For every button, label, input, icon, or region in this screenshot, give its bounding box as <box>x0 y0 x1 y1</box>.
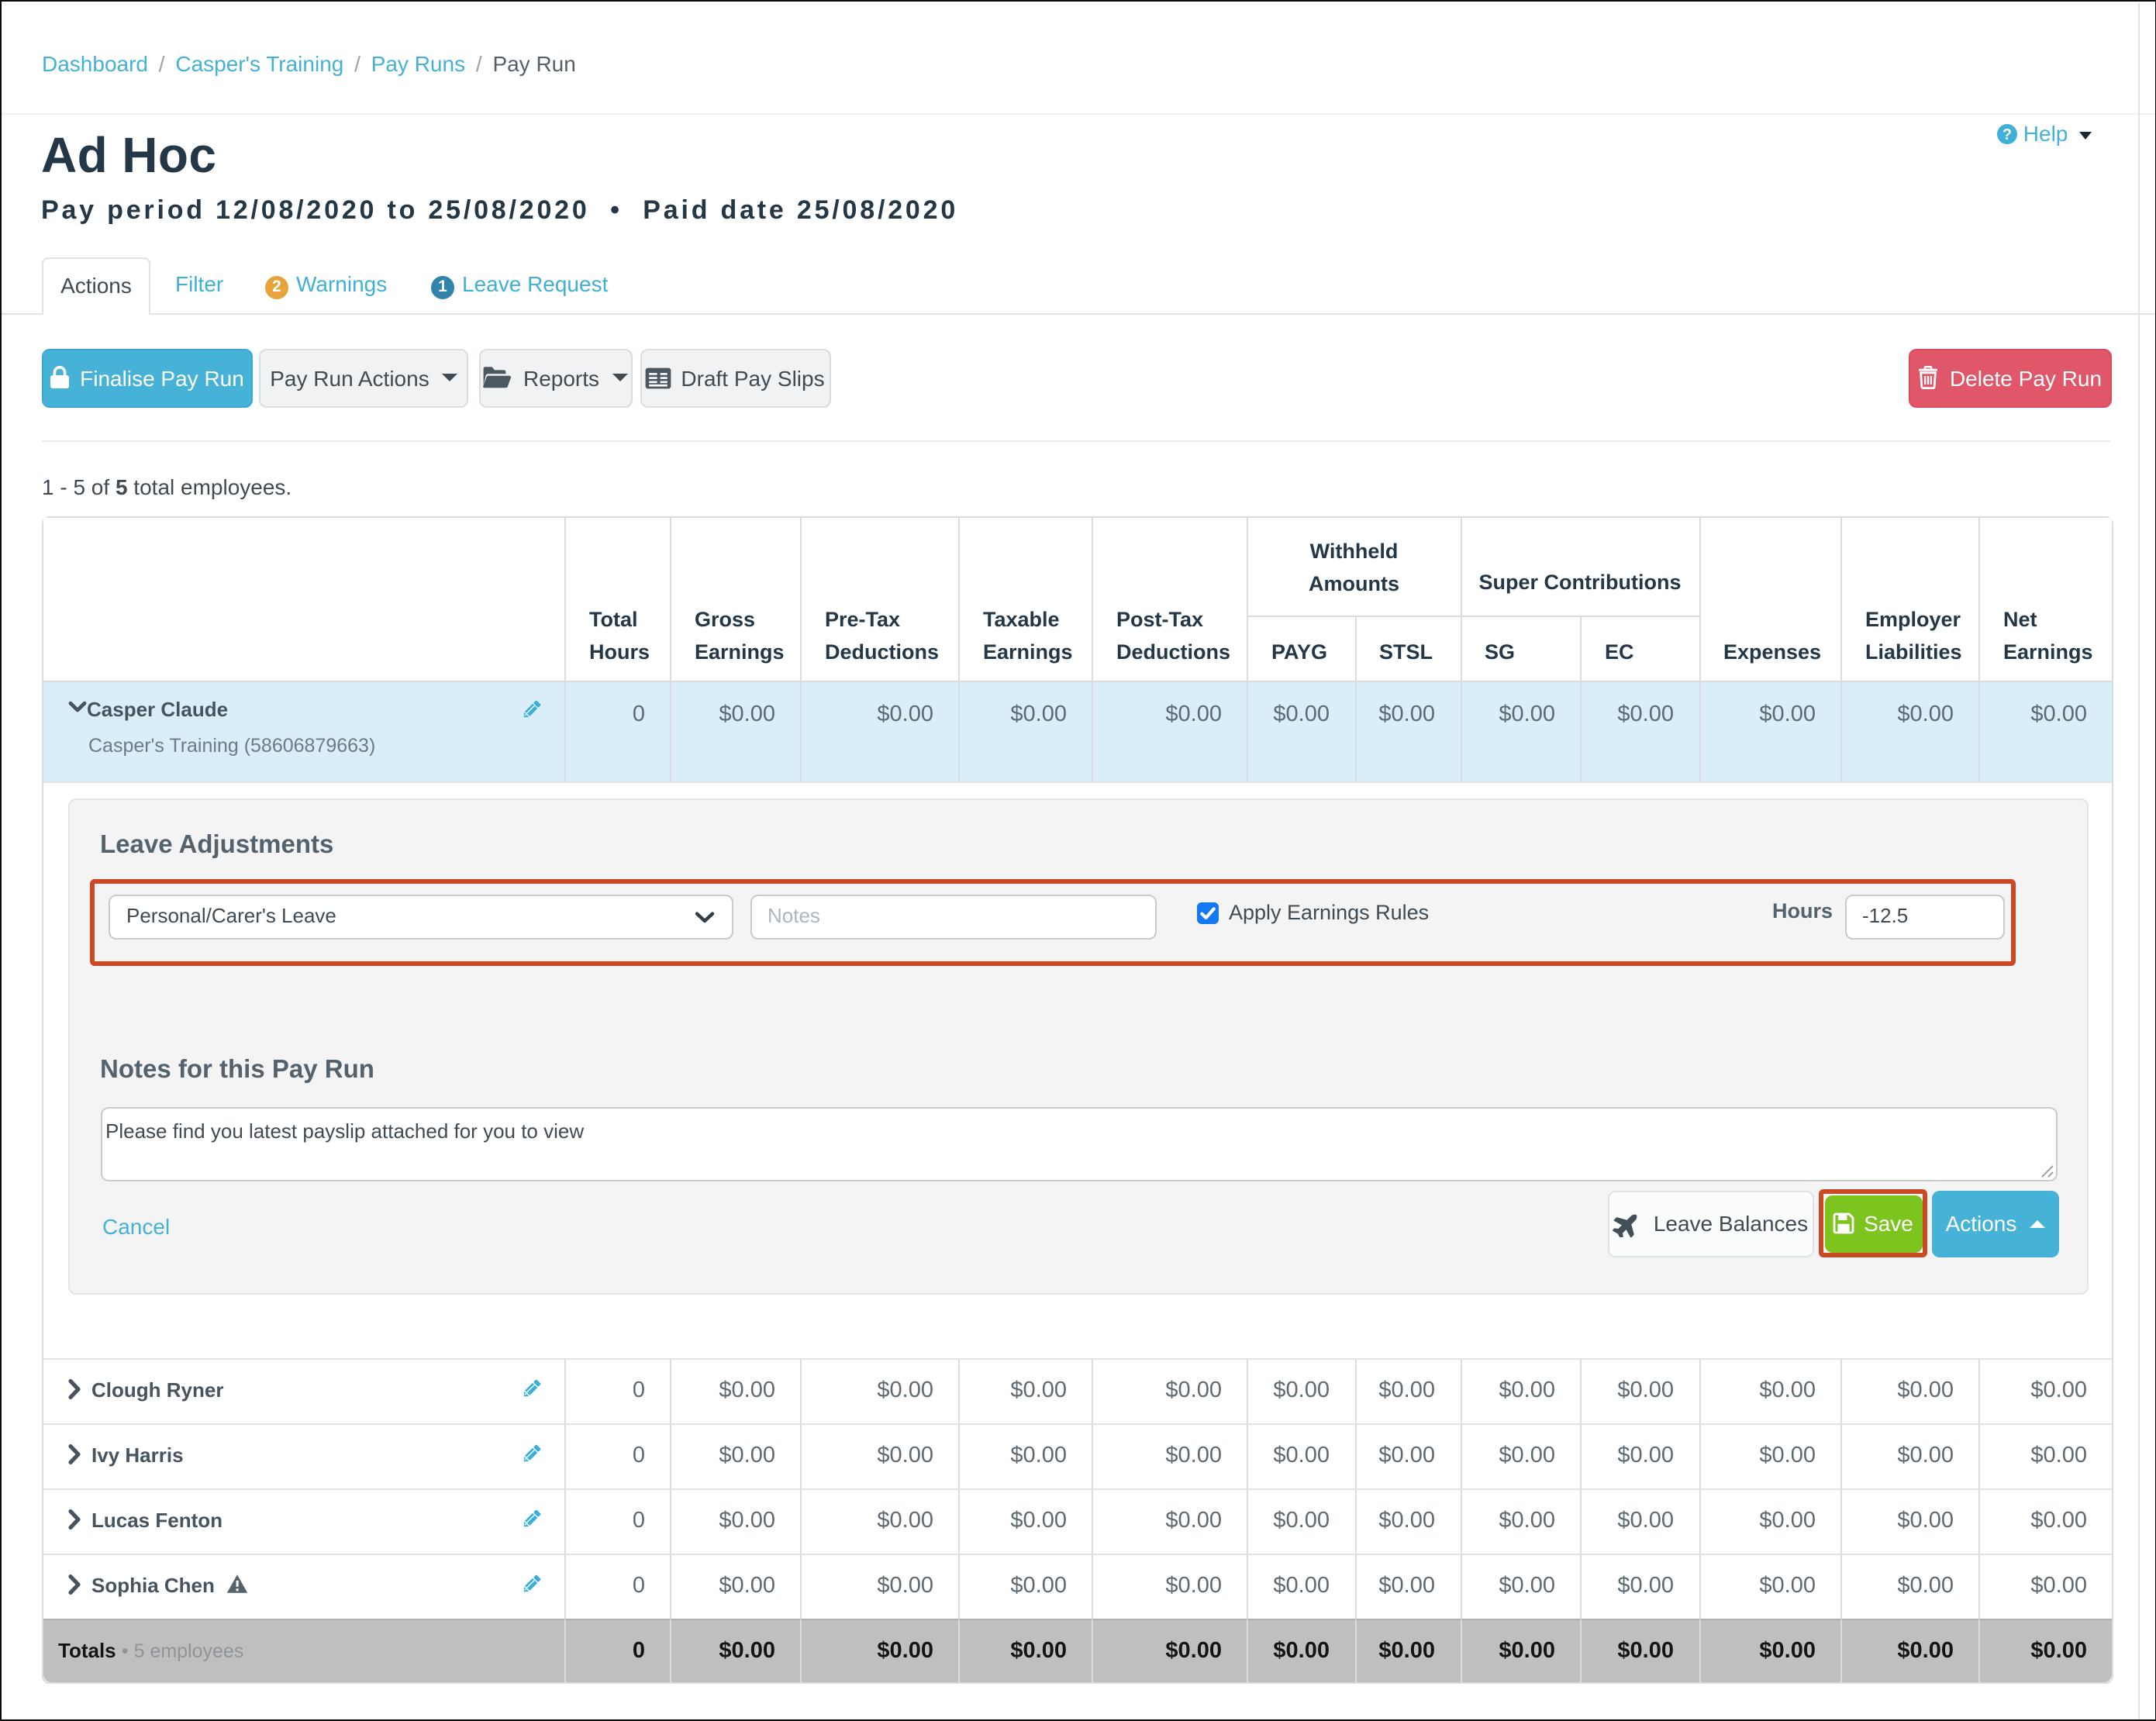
svg-text:?: ? <box>2002 126 2012 143</box>
